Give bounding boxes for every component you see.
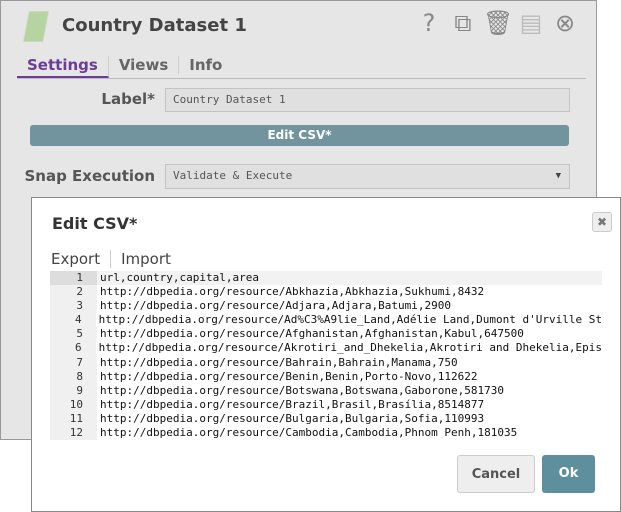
line-text[interactable]: url,country,capital,area <box>97 271 602 286</box>
editor-line[interactable]: 1 url,country,capital,area <box>50 271 602 286</box>
editor-line[interactable]: 8 http://dbpedia.org/resource/Benin,Benin… <box>50 369 602 384</box>
close-icon[interactable]: ⊗ <box>551 9 579 37</box>
editor-line[interactable]: 3 http://dbpedia.org/resource/Adjara,Adja… <box>50 299 602 314</box>
snap-execution-caption: Snap Execution <box>24 167 155 185</box>
line-text[interactable]: http://dbpedia.org/resource/Akrotiri_and… <box>96 341 602 355</box>
csv-editor[interactable]: 1 url,country,capital,area 2 http://dbpedia… <box>50 271 602 443</box>
line-number: 5 <box>50 327 97 342</box>
tab-settings[interactable]: Settings <box>17 56 109 78</box>
edit-csv-button[interactable]: Edit CSV* <box>30 125 569 146</box>
line-number: 11 <box>50 411 97 427</box>
line-text[interactable]: http://dbpedia.org/resource/Bulgaria,Bul… <box>97 412 484 426</box>
line-number: 3 <box>50 299 97 314</box>
editor-line[interactable]: 6 http://dbpedia.org/resource/Akrotiri_an… <box>50 341 602 356</box>
line-text[interactable]: http://dbpedia.org/resource/Cambodia,Cam… <box>97 426 517 440</box>
editor-line[interactable]: 7 http://dbpedia.org/resource/Bahrain,Bah… <box>50 355 602 370</box>
editor-line[interactable]: 10 http://dbpedia.org/resource/Brazil,Bra… <box>50 397 602 412</box>
tab-info[interactable]: Info <box>179 56 232 74</box>
editor-line[interactable]: 12 http://dbpedia.org/resource/Cambodia,C… <box>50 426 602 441</box>
line-number: 1 <box>50 271 97 286</box>
cancel-button[interactable]: Cancel <box>457 455 535 493</box>
edit-csv-dialog: Edit CSV* ✖ Export Import 1 url,country,c… <box>31 197 621 512</box>
line-number: 6 <box>50 341 96 356</box>
label-caption: Label* <box>101 90 155 108</box>
line-number: 2 <box>50 285 97 300</box>
line-number: 10 <box>50 397 97 412</box>
dialog-close-icon[interactable]: ✖ <box>592 212 612 232</box>
line-text[interactable]: http://dbpedia.org/resource/Bahrain,Bahr… <box>97 356 458 370</box>
line-number: 9 <box>50 383 97 398</box>
save-icon[interactable]: ▤ <box>517 9 545 37</box>
export-link[interactable]: Export <box>51 250 110 268</box>
help-icon[interactable]: ? <box>415 9 443 37</box>
ok-button[interactable]: Ok <box>542 455 595 493</box>
tab-views[interactable]: Views <box>109 56 180 74</box>
tab-bar: Settings Views Info <box>17 56 586 79</box>
editor-line[interactable]: 11 http://dbpedia.org/resource/Bulgaria,B… <box>50 411 602 427</box>
delete-icon[interactable]: 🗑 <box>483 9 513 37</box>
import-link[interactable]: Import <box>110 250 181 268</box>
line-text[interactable]: http://dbpedia.org/resource/Brazil,Brasi… <box>97 398 484 412</box>
line-text[interactable]: http://dbpedia.org/resource/Adjara,Adjar… <box>97 299 451 313</box>
editor-line[interactable]: 5 http://dbpedia.org/resource/Afghanistan… <box>50 327 602 342</box>
dialog-title: Edit CSV* <box>52 214 138 233</box>
chevron-down-icon: ▼ <box>555 171 561 181</box>
line-number: 12 <box>50 426 97 441</box>
label-input[interactable]: Country Dataset 1 <box>165 88 570 112</box>
line-number: 7 <box>50 355 97 370</box>
editor-line[interactable]: 9 http://dbpedia.org/resource/Botswana,Bo… <box>50 383 602 398</box>
csv-snap-logo-icon <box>23 11 49 42</box>
line-number: 4 <box>50 313 96 328</box>
line-text[interactable]: http://dbpedia.org/resource/Abkhazia,Abk… <box>97 285 484 299</box>
line-text[interactable]: http://dbpedia.org/resource/Benin,Benin,… <box>97 370 478 384</box>
editor-line[interactable]: 4 http://dbpedia.org/resource/Ad%C3%A9lie… <box>50 313 602 328</box>
editor-line[interactable]: 2 http://dbpedia.org/resource/Abkhazia,Ab… <box>50 285 602 300</box>
line-text[interactable]: http://dbpedia.org/resource/Ad%C3%A9lie_… <box>96 313 602 327</box>
line-number: 8 <box>50 369 97 384</box>
snap-execution-select[interactable]: Validate & Execute ▼ <box>165 164 570 189</box>
snap-title: Country Dataset 1 <box>62 15 247 36</box>
line-text[interactable]: http://dbpedia.org/resource/Botswana,Bot… <box>97 384 504 398</box>
export-icon[interactable]: ⧉ <box>449 9 477 37</box>
snap-execution-value: Validate & Execute <box>173 169 293 182</box>
line-text[interactable]: http://dbpedia.org/resource/Afghanistan,… <box>97 327 524 341</box>
